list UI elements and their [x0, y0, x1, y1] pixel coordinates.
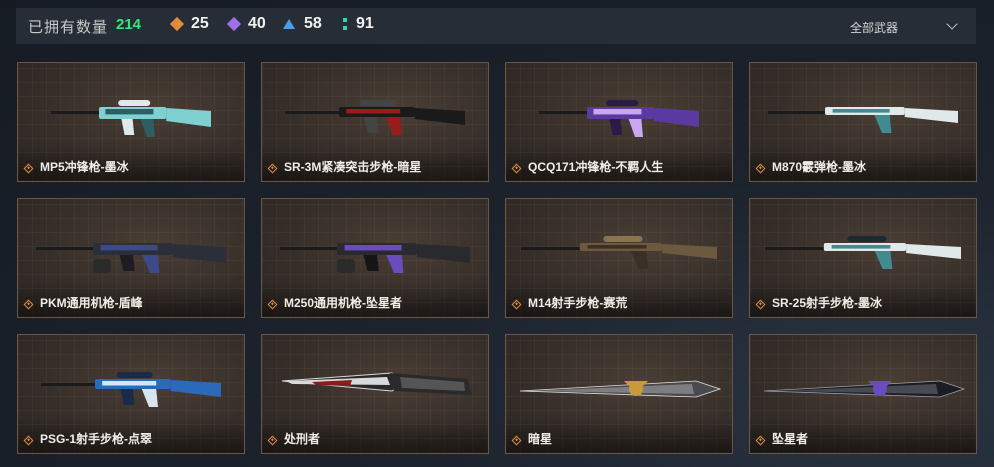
- blue-triangle-icon: [283, 19, 295, 29]
- rarity-diamond-icon: [755, 163, 766, 174]
- weapon-card[interactable]: PSG-1射手步枪-点翠: [17, 334, 245, 454]
- weapon-card[interactable]: SR-3M紧凑突击步枪-暗星: [261, 62, 489, 182]
- weapon-card[interactable]: M870霰弹枪-墨冰: [749, 62, 977, 182]
- stat-blue-value: 58: [304, 15, 322, 32]
- weapon-name: 暗星: [528, 432, 553, 446]
- stat-green-value: 91: [356, 15, 374, 32]
- rarity-diamond-icon: [511, 299, 522, 310]
- stat-orange: 25: [169, 15, 209, 33]
- chevron-down-icon: [946, 18, 958, 30]
- weapon-image: [280, 243, 470, 273]
- rarity-diamond-icon: [267, 299, 278, 310]
- weapon-card[interactable]: 暗星: [505, 334, 733, 454]
- weapon-name: SR-25射手步枪-墨冰: [772, 296, 883, 310]
- rarity-diamond-icon: [755, 299, 766, 310]
- owned-label: 已拥有数量: [28, 19, 109, 36]
- rarity-diamond-icon: [23, 163, 34, 174]
- weapon-card[interactable]: MP5冲锋枪-墨冰: [17, 62, 245, 182]
- weapon-name: MP5冲锋枪-墨冰: [40, 160, 129, 174]
- rarity-diamond-icon: [755, 435, 766, 446]
- weapon-card[interactable]: SR-25射手步枪-墨冰: [749, 198, 977, 318]
- weapon-card[interactable]: M14射手步枪-赛荒: [505, 198, 733, 318]
- rarity-diamond-icon: [23, 299, 34, 310]
- weapon-image: [539, 100, 699, 137]
- weapon-name: PKM通用机枪-盾峰: [40, 296, 143, 310]
- weapon-name: M14射手步枪-赛荒: [528, 296, 628, 310]
- filter-label: 全部武器: [850, 21, 899, 35]
- weapon-name: PSG-1射手步枪-点翠: [40, 432, 153, 446]
- stat-blue: 58: [283, 15, 322, 33]
- weapon-image: [51, 100, 211, 137]
- rarity-diamond-icon: [267, 163, 278, 174]
- weapon-image: [521, 236, 717, 269]
- weapon-image: [765, 236, 961, 269]
- stat-green: 91: [343, 15, 374, 33]
- green-colon-icon: [343, 18, 347, 30]
- weapon-card[interactable]: PKM通用机枪-盾峰: [17, 198, 245, 318]
- rarity-diamond-icon: [267, 435, 278, 446]
- rarity-diamond-icon: [23, 435, 34, 446]
- weapon-card[interactable]: 坠星者: [749, 334, 977, 454]
- weapon-card[interactable]: M250通用机枪-坠星者: [261, 198, 489, 318]
- owned-count: 214: [116, 16, 142, 33]
- weapon-name: M870霰弹枪-墨冰: [772, 160, 867, 174]
- weapon-filter-dropdown[interactable]: 全部武器: [850, 8, 960, 44]
- weapon-image: [768, 107, 958, 133]
- weapon-name: 坠星者: [772, 432, 809, 446]
- weapon-name: M250通用机枪-坠星者: [284, 296, 403, 310]
- weapon-image: [285, 100, 465, 135]
- weapon-card[interactable]: 处刑者: [261, 334, 489, 454]
- weapon-image: [36, 243, 226, 273]
- rarity-diamond-icon: [511, 163, 522, 174]
- stat-purple-value: 40: [248, 15, 266, 32]
- rarity-diamond-icon: [511, 435, 522, 446]
- weapon-name: 处刑者: [284, 432, 321, 446]
- weapon-name: QCQ171冲锋枪-不羁人生: [528, 160, 664, 174]
- stat-orange-value: 25: [191, 15, 209, 32]
- weapon-image: [763, 380, 966, 398]
- weapon-image: [281, 372, 472, 395]
- weapon-card[interactable]: QCQ171冲锋枪-不羁人生: [505, 62, 733, 182]
- stat-purple: 40: [226, 15, 266, 33]
- weapon-image: [519, 380, 722, 398]
- weapon-name: SR-3M紧凑突击步枪-暗星: [284, 160, 422, 174]
- orange-diamond-icon: [169, 16, 185, 32]
- inventory-header: 已拥有数量 214 25 40 58 91 全部武器: [16, 8, 976, 44]
- weapon-image: [41, 372, 221, 407]
- purple-diamond-icon: [226, 16, 242, 32]
